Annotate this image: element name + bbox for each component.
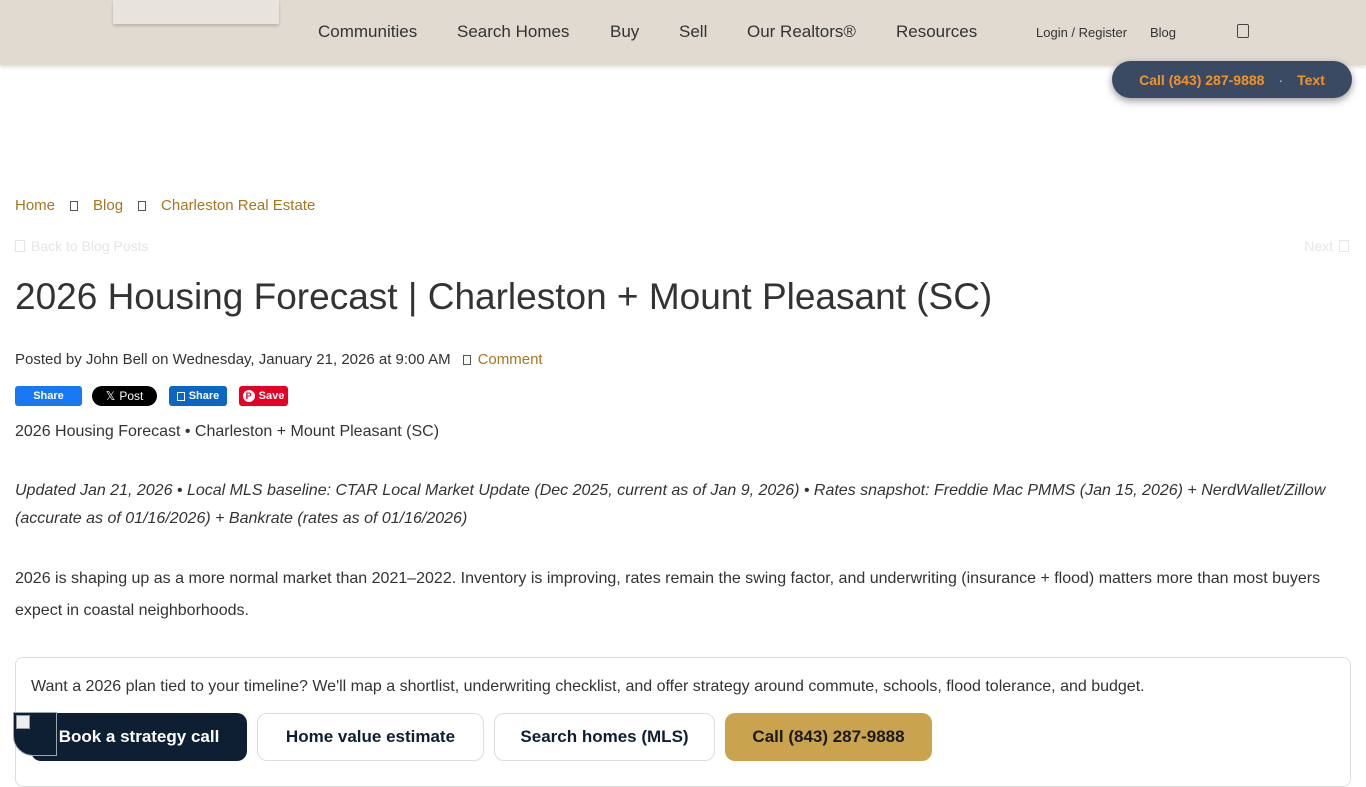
- post-intro: 2026 Housing Forecast • Charleston + Mou…: [15, 423, 440, 440]
- nav-buy[interactable]: Buy: [610, 22, 639, 42]
- chevron-left-icon: [15, 240, 25, 252]
- back-to-blog-link[interactable]: Back to Blog Posts: [15, 238, 149, 254]
- call-link[interactable]: Call (843) 287-9888: [1139, 72, 1264, 88]
- pinterest-icon: P: [242, 390, 255, 402]
- post-meta: Posted by John Bell on Wednesday, Januar…: [15, 351, 543, 368]
- nav-blog[interactable]: Blog: [1150, 25, 1176, 40]
- home-value-estimate-button[interactable]: Home value estimate: [257, 713, 484, 761]
- pinterest-save-label: Save: [258, 390, 285, 402]
- breadcrumb-category[interactable]: Charleston Real Estate: [161, 197, 315, 214]
- pill-separator: ·: [1278, 71, 1284, 88]
- cta-text: Want a 2026 plan tied to your timeline? …: [31, 678, 1145, 695]
- post-paragraph: 2026 is shaping up as a more normal mark…: [15, 570, 1321, 619]
- back-to-blog-label: Back to Blog Posts: [31, 238, 149, 254]
- post-byline: Posted by John Bell on Wednesday, Januar…: [15, 351, 451, 368]
- breadcrumb-home[interactable]: Home: [15, 197, 55, 214]
- breadcrumb: Home Blog Charleston Real Estate: [15, 197, 315, 214]
- next-post-link[interactable]: Next: [1304, 238, 1349, 254]
- post-update-note: Updated Jan 21, 2026 • Local MLS baselin…: [15, 482, 1326, 527]
- pinterest-save-button[interactable]: P Save: [239, 386, 288, 406]
- breadcrumb-blog[interactable]: Blog: [93, 197, 123, 214]
- next-post-label: Next: [1304, 238, 1333, 254]
- chevron-right-icon: [1339, 240, 1349, 252]
- x-post-button[interactable]: 𝕏 Post: [92, 386, 157, 406]
- chevron-right-icon: [70, 200, 79, 211]
- page-title: 2026 Housing Forecast | Charleston + Mou…: [15, 276, 993, 317]
- linkedin-icon: [176, 391, 185, 401]
- site-logo[interactable]: [113, 0, 279, 24]
- call-text-pill: Call (843) 287-9888 · Text: [1112, 61, 1352, 98]
- linkedin-share-button[interactable]: Share: [169, 386, 227, 406]
- x-post-label: Post: [119, 389, 144, 403]
- chevron-right-icon: [138, 200, 147, 211]
- nav-login-register[interactable]: Login / Register: [1036, 25, 1127, 40]
- comment-icon: [462, 354, 471, 365]
- nav-search-homes[interactable]: Search Homes: [457, 22, 569, 42]
- text-link[interactable]: Text: [1297, 72, 1325, 88]
- nav-communities[interactable]: Communities: [318, 22, 417, 42]
- site-header: Communities Search Homes Buy Sell Our Re…: [0, 0, 1366, 65]
- facebook-share-label: Share: [33, 390, 64, 402]
- call-phone-button[interactable]: Call (843) 287-9888: [725, 713, 932, 761]
- facebook-share-button[interactable]: Share: [15, 386, 82, 406]
- linkedin-share-label: Share: [188, 390, 220, 402]
- book-strategy-call-button[interactable]: Book a strategy call: [31, 713, 247, 761]
- search-homes-mls-button[interactable]: Search homes (MLS): [494, 713, 715, 761]
- x-icon: 𝕏: [105, 389, 116, 403]
- comment-link[interactable]: Comment: [478, 351, 543, 368]
- search-icon[interactable]: [1237, 24, 1249, 38]
- nav-resources[interactable]: Resources: [896, 22, 977, 42]
- nav-sell[interactable]: Sell: [679, 22, 707, 42]
- nav-our-realtors[interactable]: Our Realtors®: [747, 22, 856, 42]
- broken-image-icon: [16, 715, 30, 729]
- chat-widget[interactable]: [13, 712, 57, 756]
